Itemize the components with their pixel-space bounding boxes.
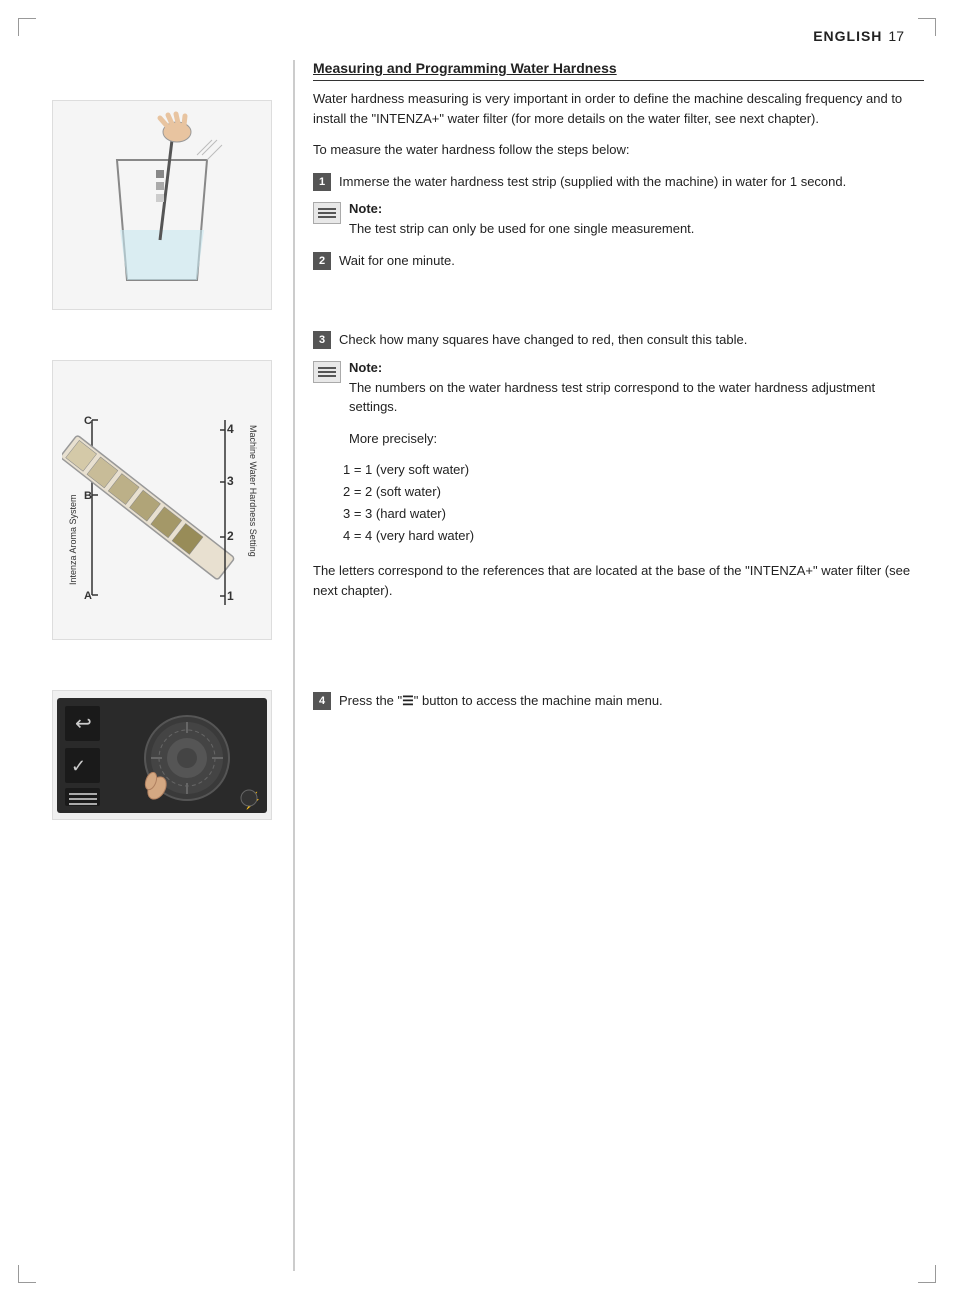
hardness-level-3: 3 = 3 (hard water): [343, 503, 924, 525]
filter-text: The letters correspond to the references…: [313, 561, 924, 601]
hardness-level-1: 1 = 1 (very soft water): [343, 459, 924, 481]
strip-svg: Intenza Aroma System Machine Water Hardn…: [62, 365, 262, 635]
step-2-number: 2: [313, 252, 331, 270]
note-icon-line-2: [318, 212, 336, 214]
note-2-icon-line-2: [318, 371, 336, 373]
note-1-content: Note: The test strip can only be used fo…: [349, 201, 694, 239]
svg-text:4: 4: [227, 422, 234, 436]
intro-paragraph-2: To measure the water hardness follow the…: [313, 140, 924, 160]
note-icon-line-1: [318, 208, 336, 210]
left-column: Intenza Aroma System Machine Water Hardn…: [30, 60, 295, 1271]
glass-svg: [72, 110, 252, 300]
page-number: 17: [888, 28, 904, 44]
note-2-icon-line-1: [318, 367, 336, 369]
step-2-text: Wait for one minute.: [339, 251, 455, 271]
step-4-number: 4: [313, 692, 331, 710]
svg-text:✓: ✓: [71, 756, 86, 776]
intro-paragraph-1: Water hardness measuring is very importa…: [313, 89, 924, 128]
note-1-icon: [313, 202, 341, 224]
page-header: ENGLISH 17: [813, 28, 904, 44]
svg-text:Machine Water Hardness Setting: Machine Water Hardness Setting: [248, 425, 258, 557]
note-1-title: Note:: [349, 201, 694, 216]
glass-image: [52, 100, 272, 310]
note-1-box: Note: The test strip can only be used fo…: [313, 201, 924, 239]
machine-image: ↩ ✓: [52, 690, 272, 820]
machine-image-section: ↩ ✓: [30, 670, 293, 820]
corner-mark-tr: [918, 18, 936, 36]
page-layout: Intenza Aroma System Machine Water Hardn…: [30, 60, 924, 1271]
svg-text:2: 2: [227, 529, 234, 543]
step-3-number: 3: [313, 331, 331, 349]
note-2-content: Note: The numbers on the water hardness …: [349, 360, 924, 417]
svg-text:B: B: [84, 490, 92, 502]
step-2: 2 Wait for one minute.: [313, 251, 924, 271]
svg-text:↩: ↩: [75, 713, 92, 735]
note-2-box: Note: The numbers on the water hardness …: [313, 360, 924, 417]
svg-text:C: C: [84, 415, 92, 427]
svg-text:3: 3: [227, 474, 234, 488]
note-2-icon: [313, 361, 341, 383]
step-1: 1 Immerse the water hardness test strip …: [313, 172, 924, 192]
svg-text:1: 1: [227, 589, 234, 603]
step-4: 4 Press the "☰" button to access the mac…: [313, 691, 924, 711]
note-2-title: Note:: [349, 360, 924, 375]
step-1-number: 1: [313, 173, 331, 191]
svg-text:A: A: [84, 590, 92, 602]
note-2-text: The numbers on the water hardness test s…: [349, 378, 924, 417]
strip-image: Intenza Aroma System Machine Water Hardn…: [52, 360, 272, 640]
section-title: Measuring and Programming Water Hardness: [313, 60, 924, 81]
hardness-level-2: 2 = 2 (soft water): [343, 481, 924, 503]
note-2-icon-line-3: [318, 375, 336, 377]
glass-image-section: [30, 90, 293, 340]
step-1-text: Immerse the water hardness test strip (s…: [339, 172, 846, 192]
language-label: ENGLISH: [813, 28, 882, 44]
hardness-level-4: 4 = 4 (very hard water): [343, 525, 924, 547]
right-column: Measuring and Programming Water Hardness…: [313, 60, 924, 1271]
more-precisely-label: More precisely:: [349, 429, 924, 449]
step-4-text: Press the "☰" button to access the machi…: [339, 691, 663, 711]
machine-svg: ↩ ✓: [57, 698, 267, 813]
hardness-levels-list: 1 = 1 (very soft water) 2 = 2 (soft wate…: [343, 459, 924, 547]
note-1-text: The test strip can only be used for one …: [349, 219, 694, 239]
note-icon-line-3: [318, 216, 336, 218]
corner-mark-tl: [18, 18, 36, 36]
strip-image-section: Intenza Aroma System Machine Water Hardn…: [30, 340, 293, 670]
step-3: 3 Check how many squares have changed to…: [313, 330, 924, 350]
svg-text:Intenza Aroma System: Intenza Aroma System: [68, 494, 78, 585]
step-3-text: Check how many squares have changed to r…: [339, 330, 747, 350]
